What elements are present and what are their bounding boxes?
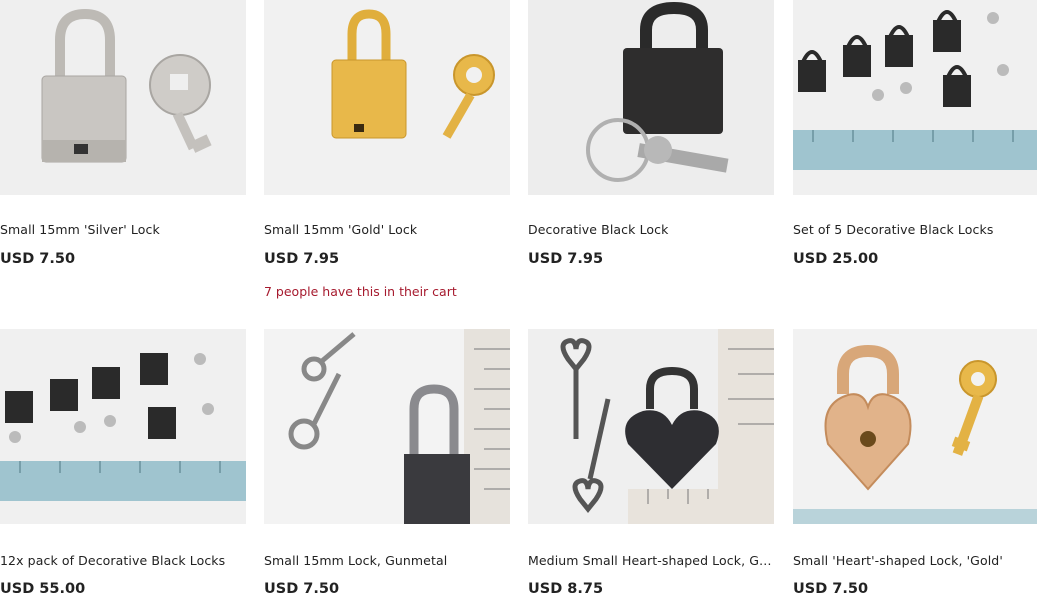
black-locks-12-photo bbox=[0, 329, 246, 524]
product-image[interactable] bbox=[264, 329, 510, 524]
product-title[interactable]: Small 15mm Lock, Gunmetal bbox=[264, 553, 510, 568]
gunmetal-lock-photo bbox=[264, 329, 510, 524]
heart-lock-gunmetal-photo bbox=[528, 329, 774, 524]
product-title[interactable]: Small 'Heart'-shaped Lock, 'Gold' bbox=[793, 553, 1037, 568]
product-title[interactable]: Decorative Black Lock bbox=[528, 222, 774, 237]
black-locks-set-photo bbox=[793, 0, 1037, 195]
product-title[interactable]: Small 15mm 'Silver' Lock bbox=[0, 222, 246, 237]
heart-lock-gold-photo bbox=[793, 329, 1037, 524]
product-price: USD 7.95 bbox=[264, 251, 340, 267]
product-price: USD 55.00 bbox=[0, 581, 86, 597]
product-image[interactable] bbox=[528, 329, 774, 524]
product-price: USD 25.00 bbox=[793, 251, 879, 267]
product-price: USD 7.50 bbox=[264, 581, 340, 597]
product-image[interactable] bbox=[793, 329, 1037, 524]
product-price: USD 7.50 bbox=[0, 251, 76, 267]
product-image[interactable] bbox=[528, 0, 774, 195]
product-image[interactable] bbox=[0, 0, 246, 195]
product-title[interactable]: Small 15mm 'Gold' Lock bbox=[264, 222, 510, 237]
product-image[interactable] bbox=[0, 329, 246, 524]
product-price: USD 8.75 bbox=[528, 581, 604, 597]
silver-lock-photo bbox=[0, 0, 246, 195]
product-image[interactable] bbox=[793, 0, 1037, 195]
black-lock-photo bbox=[528, 0, 774, 195]
product-image[interactable] bbox=[264, 0, 510, 195]
product-price: USD 7.50 bbox=[793, 581, 869, 597]
product-title[interactable]: 12x pack of Decorative Black Locks bbox=[0, 553, 246, 568]
product-grid: Small 15mm 'Silver' Lock USD 7.50 Small … bbox=[0, 0, 1037, 597]
cart-count-note: 7 people have this in their cart bbox=[264, 284, 457, 299]
product-price: USD 7.95 bbox=[528, 251, 604, 267]
product-title[interactable]: Medium Small Heart-shaped Lock, Gu... bbox=[528, 553, 774, 568]
product-title[interactable]: Set of 5 Decorative Black Locks bbox=[793, 222, 1037, 237]
gold-lock-photo bbox=[264, 0, 510, 195]
